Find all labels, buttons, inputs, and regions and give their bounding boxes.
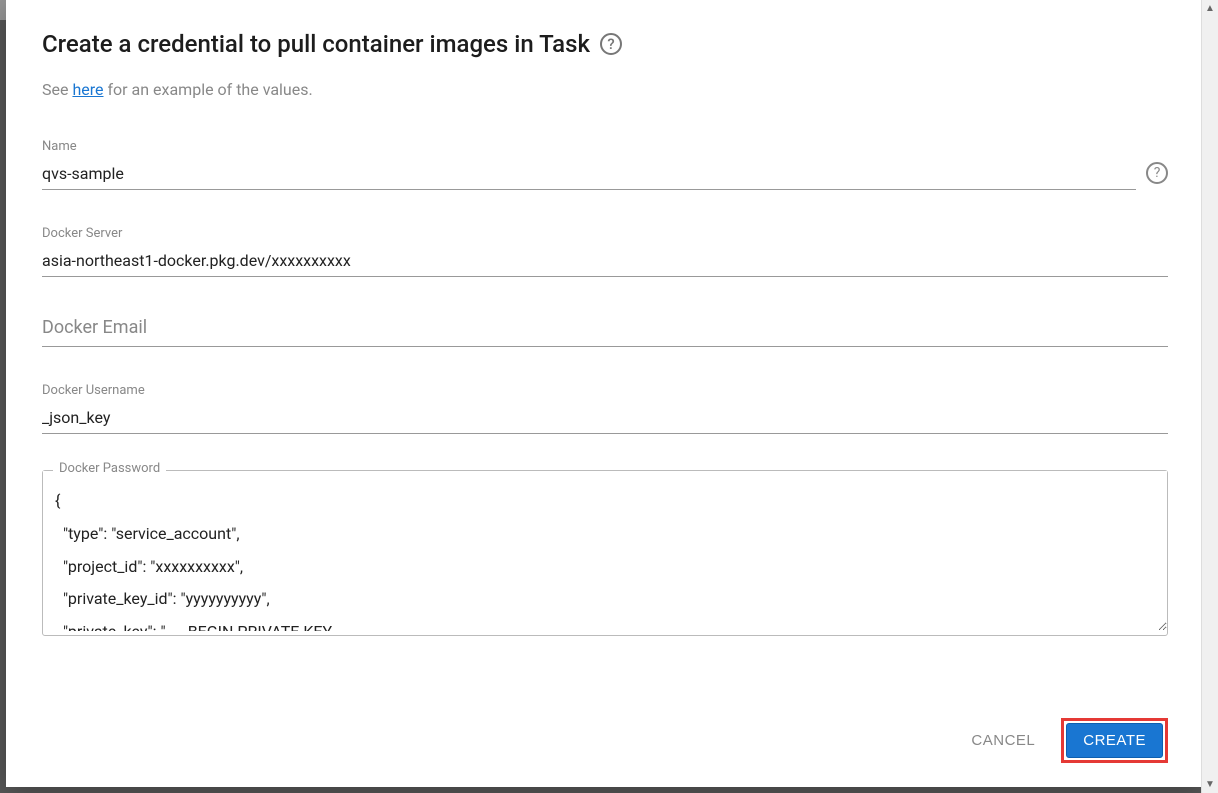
help-icon[interactable]: ? bbox=[1146, 162, 1168, 184]
page-scrollbar[interactable]: ▲ ▼ bbox=[1201, 0, 1218, 793]
modal-subtitle: See here for an example of the values. bbox=[42, 80, 1168, 99]
name-field: Name ? bbox=[42, 139, 1168, 190]
docker-password-field: Docker Password bbox=[42, 470, 1168, 636]
example-link[interactable]: here bbox=[72, 80, 103, 99]
modal-title-text: Create a credential to pull container im… bbox=[42, 30, 590, 58]
docker-username-label: Docker Username bbox=[42, 383, 1168, 398]
docker-server-label: Docker Server bbox=[42, 226, 1168, 241]
docker-server-field: Docker Server bbox=[42, 226, 1168, 277]
docker-email-input[interactable] bbox=[42, 313, 1168, 347]
docker-username-input[interactable] bbox=[42, 404, 1168, 434]
scroll-down-arrow-icon[interactable]: ▼ bbox=[1202, 776, 1218, 793]
create-button-highlight: CREATE bbox=[1061, 718, 1168, 763]
cancel-button[interactable]: CANCEL bbox=[961, 724, 1045, 757]
subtitle-suffix: for an example of the values. bbox=[104, 80, 313, 99]
modal-title: Create a credential to pull container im… bbox=[42, 30, 1168, 58]
docker-server-input[interactable] bbox=[42, 247, 1168, 277]
docker-email-field bbox=[42, 313, 1168, 347]
docker-password-label: Docker Password bbox=[53, 461, 166, 476]
help-icon[interactable]: ? bbox=[600, 33, 622, 55]
docker-password-input[interactable] bbox=[43, 471, 1167, 631]
create-credential-modal: Create a credential to pull container im… bbox=[6, 0, 1204, 787]
modal-actions: CANCEL CREATE bbox=[6, 700, 1204, 787]
scroll-up-arrow-icon[interactable]: ▲ bbox=[1202, 0, 1218, 17]
name-input[interactable] bbox=[42, 160, 1136, 190]
subtitle-prefix: See bbox=[42, 80, 72, 99]
name-label: Name bbox=[42, 139, 1168, 154]
docker-username-field: Docker Username bbox=[42, 383, 1168, 434]
modal-body: Create a credential to pull container im… bbox=[6, 0, 1204, 700]
create-button[interactable]: CREATE bbox=[1066, 723, 1163, 758]
